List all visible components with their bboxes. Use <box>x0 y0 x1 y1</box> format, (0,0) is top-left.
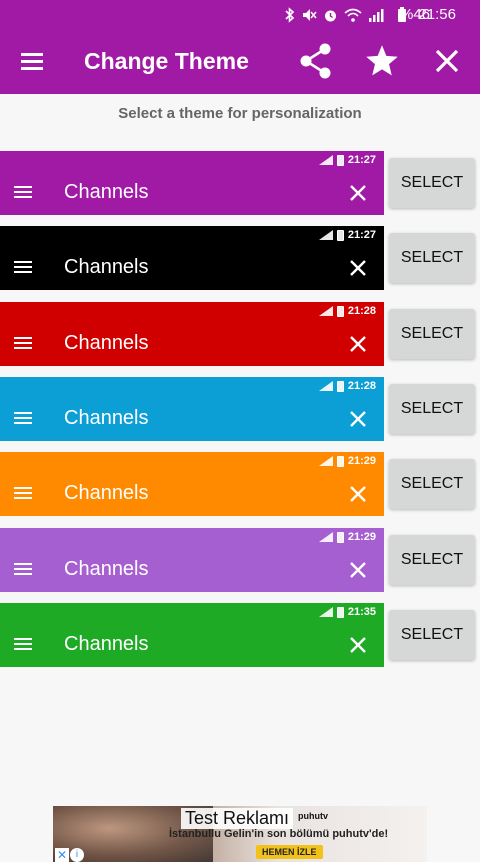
preview-time: 21:28 <box>347 380 376 392</box>
preview-title: Channels <box>64 181 149 203</box>
theme-preview: 21:27 Channels <box>0 226 384 290</box>
signal-icon <box>318 230 333 240</box>
close-icon <box>350 637 366 653</box>
preview-status-bar: 21:27 <box>318 228 376 242</box>
share-icon[interactable] <box>298 42 334 80</box>
menu-icon[interactable] <box>18 46 48 76</box>
theme-row: 21:29 Channels SELECT <box>0 528 480 594</box>
select-button[interactable]: SELECT <box>389 535 475 585</box>
close-icon <box>350 336 366 352</box>
preview-title: Channels <box>64 256 149 278</box>
theme-preview: 21:28 Channels <box>0 377 384 441</box>
ad-label: Test Reklamı <box>181 808 294 829</box>
close-icon <box>350 185 366 201</box>
battery-icon <box>336 154 344 166</box>
close-icon <box>350 411 366 427</box>
preview-status-bar: 21:29 <box>318 530 376 544</box>
select-button[interactable]: SELECT <box>389 158 475 208</box>
close-icon <box>350 562 366 578</box>
battery-icon <box>336 380 344 392</box>
ad-text: İstanbullu Gelin'in son bölümü puhutv'de… <box>169 828 389 840</box>
ad-close-icon[interactable]: ✕ <box>55 848 69 862</box>
theme-row: 21:27 Channels SELECT <box>0 151 480 217</box>
signal-icon <box>318 456 333 466</box>
preview-status-bar: 21:28 <box>318 379 376 393</box>
theme-row: 21:28 Channels SELECT <box>0 302 480 368</box>
preview-title: Channels <box>64 633 149 655</box>
page-title: Change Theme <box>84 48 249 74</box>
status-bar: %46 21:56 <box>0 0 480 30</box>
ad-brand: puhutv <box>298 811 328 821</box>
signal-icon <box>318 381 333 391</box>
battery-icon <box>336 455 344 467</box>
battery-icon <box>336 305 344 317</box>
preview-time: 21:27 <box>347 154 376 166</box>
app-bar: Change Theme <box>0 30 480 94</box>
battery-icon <box>398 7 406 22</box>
preview-time: 21:35 <box>347 606 376 618</box>
theme-row: 21:35 Channels SELECT <box>0 603 480 669</box>
theme-preview: 21:28 Channels <box>0 302 384 366</box>
preview-title: Channels <box>64 332 149 354</box>
preview-time: 21:29 <box>347 455 376 467</box>
select-button[interactable]: SELECT <box>389 233 475 283</box>
preview-title: Channels <box>64 407 149 429</box>
signal-icon <box>318 532 333 542</box>
menu-icon <box>14 487 32 499</box>
menu-icon <box>14 638 32 650</box>
preview-status-bar: 21:29 <box>318 454 376 468</box>
close-icon[interactable] <box>431 45 463 77</box>
select-button[interactable]: SELECT <box>389 610 475 660</box>
menu-icon <box>14 563 32 575</box>
theme-row: 21:27 Channels SELECT <box>0 226 480 292</box>
theme-row: 21:28 Channels SELECT <box>0 377 480 443</box>
preview-time: 21:29 <box>347 531 376 543</box>
star-icon[interactable] <box>364 43 400 79</box>
wifi-icon <box>344 8 362 22</box>
signal-icon <box>369 9 384 22</box>
menu-icon <box>14 337 32 349</box>
status-clock: 21:56 <box>418 6 456 23</box>
menu-icon <box>14 412 32 424</box>
close-icon <box>350 260 366 276</box>
preview-time: 21:27 <box>347 229 376 241</box>
ad-info-icon[interactable]: i <box>70 848 84 862</box>
select-button[interactable]: SELECT <box>389 309 475 359</box>
battery-icon <box>336 606 344 618</box>
subtitle-text: Select a theme for personalization <box>118 105 362 122</box>
preview-title: Channels <box>64 558 149 580</box>
menu-icon <box>14 186 32 198</box>
theme-preview: 21:27 Channels <box>0 151 384 215</box>
close-icon <box>350 486 366 502</box>
battery-icon <box>336 531 344 543</box>
mute-icon <box>303 9 317 21</box>
select-button[interactable]: SELECT <box>389 384 475 434</box>
preview-status-bar: 21:28 <box>318 304 376 318</box>
theme-preview: 21:29 Channels <box>0 528 384 592</box>
preview-status-bar: 21:27 <box>318 153 376 167</box>
select-button[interactable]: SELECT <box>389 459 475 509</box>
status-icons <box>285 5 384 25</box>
ad-banner[interactable]: Test Reklamı puhutv İstanbullu Gelin'in … <box>53 806 427 862</box>
preview-time: 21:28 <box>347 305 376 317</box>
alarm-icon <box>325 10 336 21</box>
theme-preview: 21:29 Channels <box>0 452 384 516</box>
battery-icon <box>336 229 344 241</box>
signal-icon <box>318 155 333 165</box>
ad-cta-button[interactable]: HEMEN İZLE <box>256 845 323 859</box>
signal-icon <box>318 607 333 617</box>
theme-row: 21:29 Channels SELECT <box>0 452 480 518</box>
preview-title: Channels <box>64 482 149 504</box>
bluetooth-icon <box>285 7 295 23</box>
theme-preview: 21:35 Channels <box>0 603 384 667</box>
menu-icon <box>14 261 32 273</box>
preview-status-bar: 21:35 <box>318 605 376 619</box>
signal-icon <box>318 306 333 316</box>
